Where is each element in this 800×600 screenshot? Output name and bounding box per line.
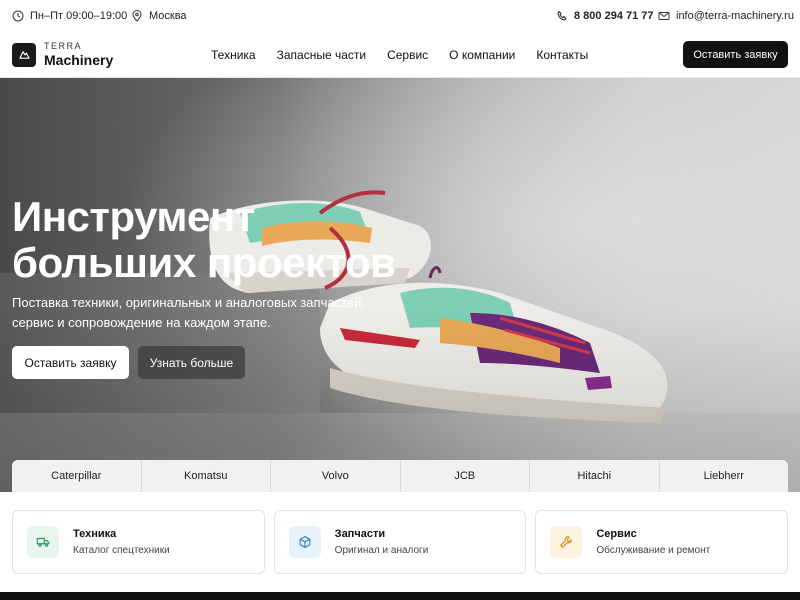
hero-title-line2: больших проектов bbox=[12, 239, 396, 286]
logo[interactable]: TERRA Machinery bbox=[12, 42, 113, 67]
brand-tab-jcb[interactable]: JCB bbox=[400, 460, 530, 492]
logo-bottom-text: Machinery bbox=[44, 52, 114, 68]
city-text: Москва bbox=[149, 10, 187, 22]
truck-icon bbox=[27, 526, 59, 558]
hero-title-line1: Инструмент bbox=[12, 193, 255, 240]
logo-top-text: TERRA bbox=[44, 41, 83, 51]
phone-link[interactable]: 8 800 294 71 77 bbox=[556, 0, 654, 32]
hero-learn-more-button[interactable]: Узнать больше bbox=[138, 346, 245, 379]
card-equipment[interactable]: Техника Каталог спецтехники bbox=[12, 510, 265, 574]
header-request-button[interactable]: Оставить заявку bbox=[683, 41, 788, 68]
hero-subtitle: Поставка техники, оригинальных и аналого… bbox=[12, 295, 365, 330]
nav-item-contacts[interactable]: Контакты bbox=[536, 48, 588, 62]
bottom-section-edge bbox=[0, 592, 800, 600]
phone-text: 8 800 294 71 77 bbox=[574, 10, 654, 22]
card-service[interactable]: Сервис Обслуживание и ремонт bbox=[535, 510, 789, 574]
card-parts-title: Запчасти bbox=[334, 528, 386, 540]
card-service-desc: Обслуживание и ремонт bbox=[596, 545, 711, 556]
location-pin-icon bbox=[131, 10, 143, 22]
wrench-icon bbox=[550, 526, 583, 558]
card-equipment-title: Техника bbox=[73, 528, 117, 540]
brand-tabs: Caterpillar Komatsu Volvo JCB Hitachi Li… bbox=[12, 460, 788, 492]
mail-icon bbox=[658, 10, 670, 22]
nav-item-equipment[interactable]: Техника bbox=[211, 48, 256, 62]
site-header: TERRA Machinery Техника Запасные части С… bbox=[0, 32, 800, 78]
nav-item-service[interactable]: Сервис bbox=[387, 48, 428, 62]
brand-tab-komatsu[interactable]: Komatsu bbox=[141, 460, 271, 492]
hero-title: Инструмент больших проектов bbox=[12, 193, 396, 286]
working-hours-text: Пн–Пт 09:00–19:00 bbox=[30, 10, 128, 22]
top-info-bar: Пн–Пт 09:00–19:00 Москва 8 800 294 71 77… bbox=[0, 0, 800, 32]
logo-mark-icon bbox=[12, 42, 36, 67]
brand-tab-liebherr[interactable]: Liebherr bbox=[659, 460, 788, 492]
phone-icon bbox=[556, 10, 568, 22]
nav-item-spare-parts[interactable]: Запасные части bbox=[277, 48, 366, 62]
city[interactable]: Москва bbox=[131, 0, 187, 32]
nav-item-about[interactable]: О компании bbox=[449, 48, 515, 62]
card-service-title: Сервис bbox=[596, 528, 637, 540]
brand-tab-hitachi[interactable]: Hitachi bbox=[530, 460, 660, 492]
hero-request-button[interactable]: Оставить заявку bbox=[12, 346, 129, 379]
box-icon bbox=[288, 526, 321, 558]
brand-tab-volvo[interactable]: Volvo bbox=[271, 460, 401, 492]
card-parts[interactable]: Запчасти Оригинал и аналоги bbox=[273, 510, 527, 574]
email-text: info@terra-machinery.ru bbox=[676, 10, 794, 22]
card-parts-desc: Оригинал и аналоги bbox=[334, 545, 429, 556]
brand-tab-caterpillar[interactable]: Caterpillar bbox=[12, 460, 142, 492]
clock-icon bbox=[12, 10, 24, 22]
hero-section: Инструмент больших проектов Поставка тех… bbox=[0, 78, 800, 492]
working-hours: Пн–Пт 09:00–19:00 bbox=[12, 0, 127, 32]
category-cards: Техника Каталог спецтехники Запчасти Ори… bbox=[12, 510, 789, 574]
email-link[interactable]: info@terra-machinery.ru bbox=[658, 0, 794, 32]
main-nav: Техника Запасные части Сервис О компании… bbox=[211, 32, 588, 78]
card-equipment-desc: Каталог спецтехники bbox=[73, 545, 170, 556]
